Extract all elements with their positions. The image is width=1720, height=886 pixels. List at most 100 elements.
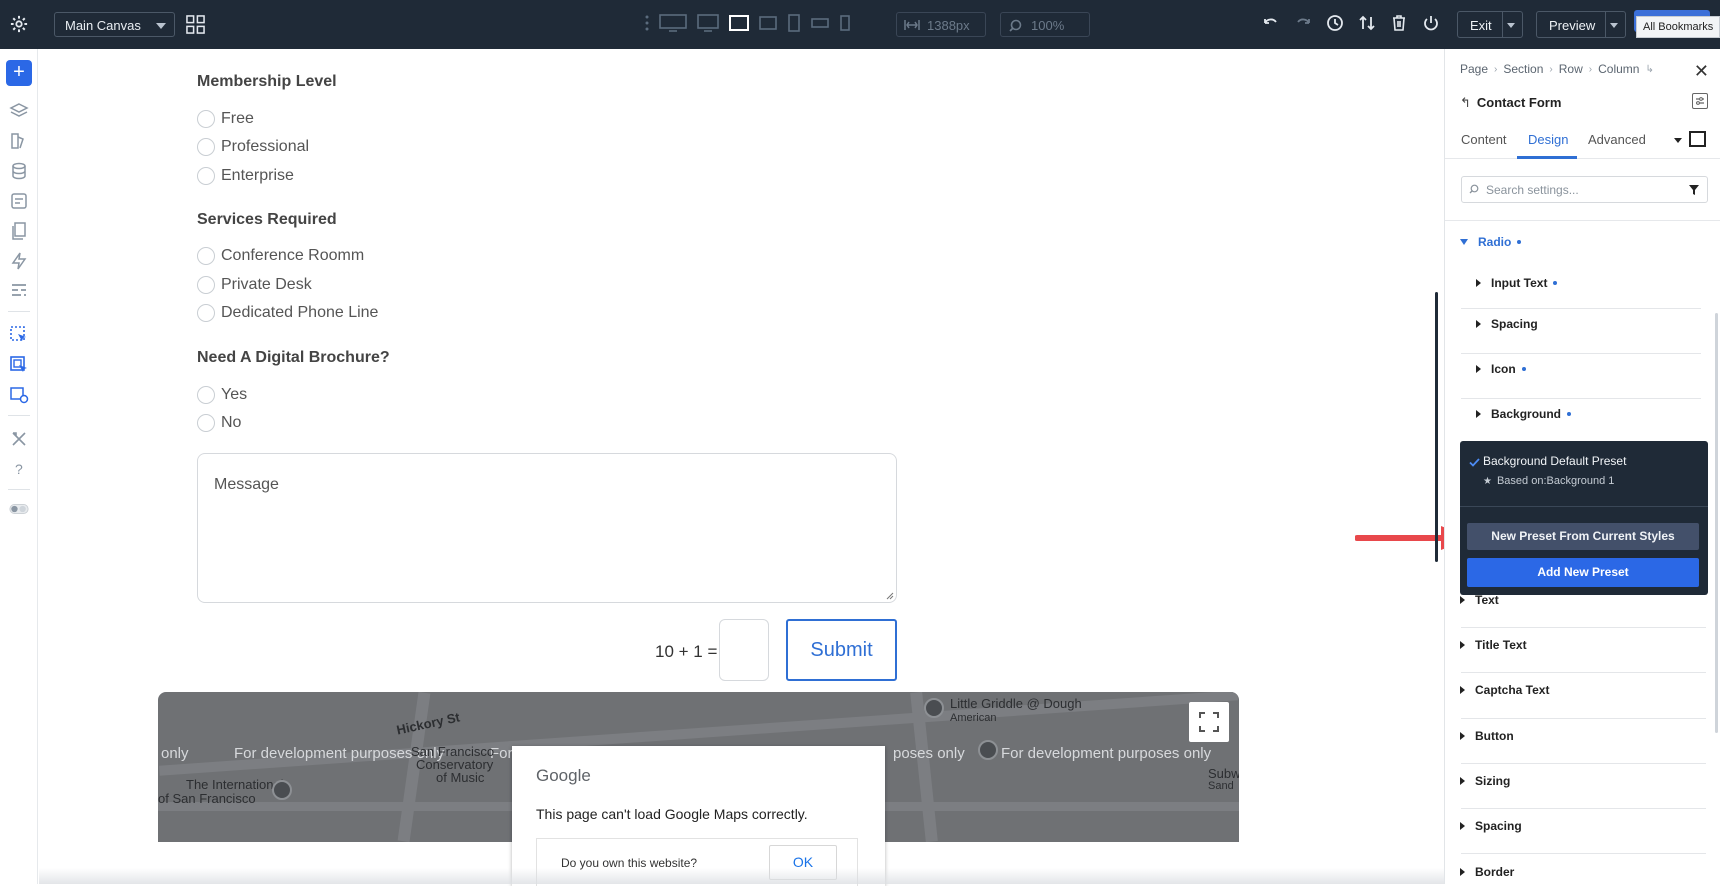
- radio-no[interactable]: No: [197, 413, 241, 433]
- search-placeholder: Search settings...: [1486, 183, 1579, 197]
- radio-circle[interactable]: [197, 386, 215, 404]
- tab-design[interactable]: Design: [1528, 132, 1568, 147]
- radio-circle[interactable]: [197, 247, 215, 265]
- radio-label: Yes: [221, 386, 248, 403]
- captcha-input[interactable]: [719, 619, 769, 681]
- radio-free[interactable]: Free: [197, 109, 254, 129]
- subgroup-spacing[interactable]: Spacing: [1476, 317, 1538, 331]
- history-clock-icon[interactable]: [1326, 14, 1344, 32]
- phone-portrait-icon[interactable]: [839, 14, 851, 37]
- map-pin-icon[interactable]: [272, 780, 292, 800]
- view-mode-icon[interactable]: [1689, 131, 1706, 147]
- add-module-button[interactable]: +: [6, 60, 32, 86]
- phone-landscape-icon[interactable]: [811, 16, 829, 35]
- back-arrow-icon[interactable]: ↰: [1460, 95, 1471, 110]
- group-radio[interactable]: Radio: [1460, 235, 1522, 249]
- breadcrumb-item[interactable]: Column: [1598, 62, 1639, 76]
- subgroup-icon[interactable]: Icon: [1476, 362, 1526, 376]
- fullscreen-button[interactable]: [1189, 702, 1229, 742]
- chevron-down-icon[interactable]: [1507, 23, 1515, 28]
- preset-name[interactable]: Background Default Preset: [1483, 454, 1626, 468]
- breadcrumb-item[interactable]: Row: [1559, 62, 1583, 76]
- design-palette-icon[interactable]: [9, 131, 29, 151]
- chevron-down-icon[interactable]: [1674, 138, 1682, 143]
- history-actions: [1262, 14, 1440, 32]
- trash-icon[interactable]: [1390, 14, 1408, 32]
- wide-desktop-icon[interactable]: [659, 13, 687, 37]
- group-text[interactable]: Text: [1460, 593, 1499, 607]
- map-pin-icon[interactable]: [924, 698, 944, 718]
- exit-button[interactable]: Exit: [1457, 11, 1523, 38]
- section-settings-icon[interactable]: [9, 385, 29, 405]
- radio-circle[interactable]: [197, 414, 215, 432]
- radio-professional[interactable]: Professional: [197, 137, 309, 157]
- canvas-select[interactable]: Main Canvas: [54, 12, 175, 37]
- radio-circle[interactable]: [197, 276, 215, 294]
- map-pin-icon[interactable]: [978, 740, 998, 760]
- radio-dedicated-phone-line[interactable]: Dedicated Phone Line: [197, 303, 378, 323]
- radio-circle[interactable]: [197, 304, 215, 322]
- message-textarea[interactable]: Message: [197, 453, 897, 603]
- pages-icon[interactable]: [9, 221, 29, 241]
- filter-icon[interactable]: [1688, 184, 1700, 196]
- subgroup-background[interactable]: Background: [1476, 407, 1572, 421]
- close-icon[interactable]: ✕: [1694, 61, 1709, 82]
- undo-icon[interactable]: [1262, 14, 1280, 32]
- desktop-icon[interactable]: [697, 13, 719, 37]
- resize-grip-icon[interactable]: [885, 591, 894, 600]
- new-preset-from-current-styles-button[interactable]: New Preset From Current Styles: [1467, 523, 1699, 550]
- map-label-international: of San Francisco: [158, 791, 256, 806]
- radio-private-desk[interactable]: Private Desk: [197, 275, 312, 295]
- more-vertical-icon[interactable]: [645, 15, 649, 36]
- help-icon[interactable]: ?: [9, 459, 29, 479]
- breadcrumb-item[interactable]: Section: [1503, 62, 1543, 76]
- group-border[interactable]: Border: [1460, 865, 1514, 879]
- multi-select-icon[interactable]: [9, 355, 29, 375]
- radio-circle[interactable]: [197, 167, 215, 185]
- radio-label: Professional: [221, 138, 310, 155]
- preset-settings-icon[interactable]: [1692, 93, 1708, 109]
- preview-button[interactable]: Preview: [1536, 11, 1626, 38]
- radio-conference-room[interactable]: Conference Roomm: [197, 246, 364, 266]
- group-spacing[interactable]: Spacing: [1460, 819, 1522, 833]
- chevron-down-icon[interactable]: [1610, 23, 1618, 28]
- lightning-icon[interactable]: [9, 251, 29, 271]
- group-title-text[interactable]: Title Text: [1460, 638, 1527, 652]
- power-icon[interactable]: [1422, 14, 1440, 32]
- canvas-width-field[interactable]: 1388px: [896, 12, 986, 37]
- tablet-landscape-icon[interactable]: [759, 15, 777, 36]
- sort-arrows-icon[interactable]: [1358, 14, 1376, 32]
- search-settings-input[interactable]: Search settings...: [1461, 176, 1708, 203]
- layers-icon[interactable]: [9, 101, 29, 121]
- subgroup-input-text[interactable]: Input Text: [1476, 276, 1558, 290]
- select-cursor-icon[interactable]: [9, 325, 29, 345]
- submit-button[interactable]: Submit: [786, 619, 897, 681]
- zoom-field[interactable]: 100%: [1000, 12, 1090, 37]
- group-captcha-text[interactable]: Captcha Text: [1460, 683, 1549, 697]
- toggle-switch-icon[interactable]: [9, 499, 29, 519]
- database-icon[interactable]: [9, 161, 29, 181]
- group-sizing[interactable]: Sizing: [1460, 774, 1510, 788]
- add-new-preset-button[interactable]: Add New Preset: [1467, 558, 1699, 587]
- panel-scrollbar[interactable]: [1715, 313, 1718, 733]
- all-bookmarks-tooltip[interactable]: All Bookmarks: [1636, 16, 1720, 38]
- tab-advanced[interactable]: Advanced: [1588, 132, 1646, 147]
- radio-enterprise[interactable]: Enterprise: [197, 166, 294, 186]
- preset-based-on-label: Based on:Background 1: [1496, 475, 1615, 487]
- settings-gear-icon[interactable]: [10, 15, 28, 33]
- radio-circle[interactable]: [197, 138, 215, 156]
- form-fields-icon[interactable]: [9, 191, 29, 211]
- redo-icon[interactable]: [1294, 14, 1312, 32]
- group-button[interactable]: Button: [1460, 729, 1514, 743]
- map-label-conservatory: of Music: [436, 770, 485, 785]
- breadcrumb-item[interactable]: Page: [1460, 62, 1488, 76]
- laptop-active-icon[interactable]: [729, 14, 749, 37]
- tab-content[interactable]: Content: [1461, 132, 1507, 147]
- tools-icon[interactable]: [9, 429, 29, 449]
- canvas-scrollbar[interactable]: [1435, 292, 1438, 562]
- radio-yes[interactable]: Yes: [197, 385, 247, 405]
- grid-layout-icon[interactable]: [186, 15, 205, 34]
- layout-list-icon[interactable]: [9, 281, 29, 301]
- tablet-portrait-icon[interactable]: [787, 13, 801, 37]
- radio-circle[interactable]: [197, 110, 215, 128]
